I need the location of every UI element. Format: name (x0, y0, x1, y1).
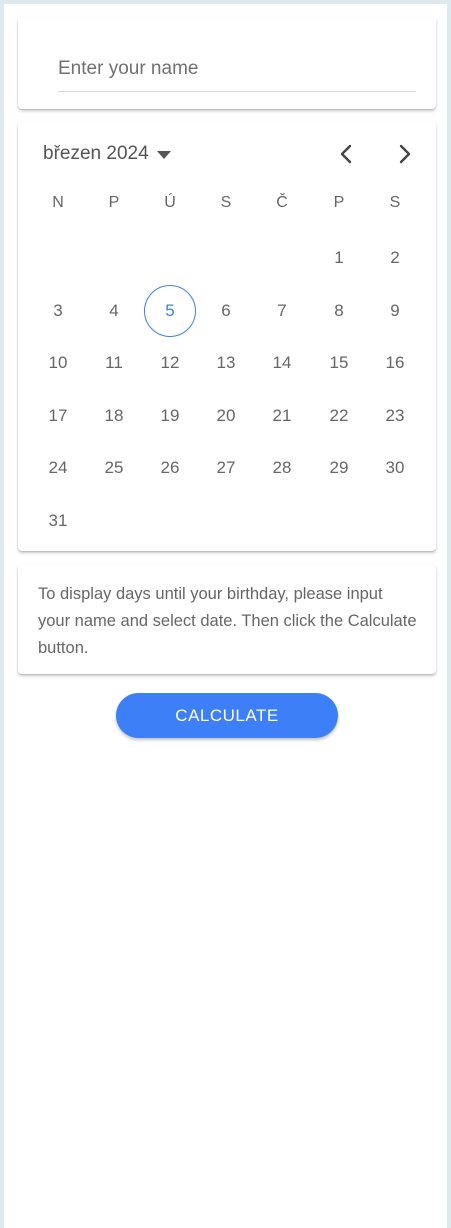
day-cell[interactable]: 31 (32, 495, 84, 547)
day-cell[interactable]: 2 (369, 232, 421, 284)
day-cell[interactable]: 27 (200, 442, 252, 494)
chevron-right-icon (399, 144, 411, 164)
weekday-label: Č (276, 194, 288, 211)
date-picker: březen 2024 NPÚSČPS 1 2 3 4 5 6 7 8 9 10 11 12 13 14 1… (18, 122, 436, 551)
page: březen 2024 NPÚSČPS 12345678910111213141… (4, 4, 447, 1228)
day-cell[interactable]: 28 (256, 442, 308, 494)
day-cell[interactable]: 6 (200, 285, 252, 337)
day-cell[interactable]: 11 (88, 337, 140, 389)
day-cell[interactable]: 10 (32, 337, 84, 389)
day-cell[interactable]: 26 (144, 442, 196, 494)
previous-month-button[interactable] (330, 138, 362, 170)
day-cell[interactable]: 18 (88, 390, 140, 442)
weekday-label: P (108, 194, 120, 211)
day-cell[interactable]: 23 (369, 390, 421, 442)
day-cell[interactable]: 3 (32, 285, 84, 337)
day-cell[interactable]: 29 (313, 442, 365, 494)
day-cell[interactable]: 12 (144, 337, 196, 389)
day-cell[interactable]: 24 (32, 442, 84, 494)
day-cell[interactable]: 17 (32, 390, 84, 442)
day-cell[interactable]: 20 (200, 390, 252, 442)
info-card: To display days until your birthday, ple… (18, 564, 436, 674)
day-selected[interactable]: 5 (144, 284, 196, 337)
day-cell[interactable]: 9 (369, 285, 421, 337)
day-cell[interactable]: 14 (256, 337, 308, 389)
day-cell[interactable]: 13 (200, 337, 252, 389)
month-year-selector[interactable]: březen 2024 (43, 141, 171, 167)
weekday-label: P (333, 194, 345, 211)
day-cell[interactable]: 15 (313, 337, 365, 389)
weekday-label: S (389, 194, 401, 211)
weekday-label: Ú (164, 194, 176, 211)
next-month-button[interactable] (389, 138, 421, 170)
day-cell[interactable]: 16 (369, 337, 421, 389)
calculate-button[interactable]: CALCULATE (116, 693, 338, 738)
caret-down-icon (156, 151, 171, 159)
info-text: To display days until your birthday, ple… (38, 585, 417, 657)
name-card (18, 17, 436, 109)
month-label: březen 2024 (43, 143, 149, 164)
day-cell[interactable]: 4 (88, 285, 140, 337)
day-cell[interactable]: 22 (313, 390, 365, 442)
day-cell[interactable]: 8 (313, 285, 365, 337)
day-cell[interactable]: 30 (369, 442, 421, 494)
day-cell[interactable]: 21 (256, 390, 308, 442)
name-input[interactable] (58, 47, 416, 92)
day-cell[interactable]: 25 (88, 442, 140, 494)
day-cell[interactable]: 1 (313, 232, 365, 284)
day-cell[interactable]: 19 (144, 390, 196, 442)
weekday-label: N (52, 194, 64, 211)
weekday-label: S (220, 194, 232, 211)
day-cell[interactable]: 7 (256, 285, 308, 337)
chevron-left-icon (340, 144, 352, 164)
